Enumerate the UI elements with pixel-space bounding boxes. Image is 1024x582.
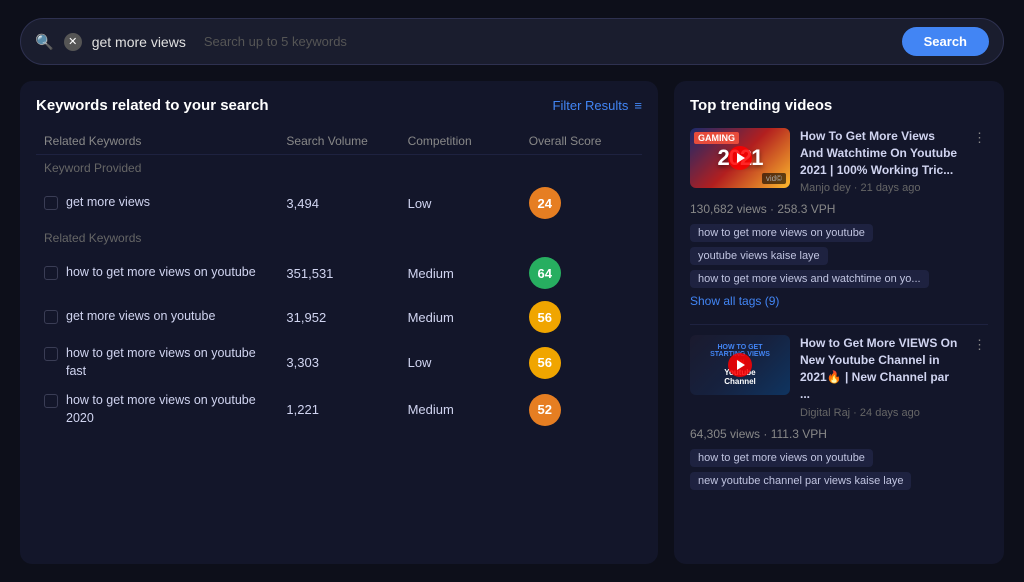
competition-cell: Medium	[400, 251, 521, 295]
gaming-label: GAMING	[694, 132, 739, 144]
video-title-1: How To Get More Views And Watchtime On Y…	[800, 128, 961, 178]
volume-cell: 351,531	[278, 251, 399, 295]
filter-label: Filter Results	[553, 98, 629, 113]
search-placeholder: Search up to 5 keywords	[204, 34, 892, 49]
tag-2-2[interactable]: new youtube channel par views kaise laye	[690, 472, 911, 490]
tag-1-3[interactable]: how to get more views and watchtime on y…	[690, 270, 929, 288]
score-badge: 24	[529, 187, 561, 219]
keyword-checkbox[interactable]	[44, 310, 58, 324]
show-all-tags-1[interactable]: Show all tags (9)	[690, 294, 988, 308]
section-label: Keyword Provided	[36, 155, 642, 182]
tag-1-1[interactable]: how to get more views on youtube	[690, 224, 873, 242]
filter-icon: ≡	[634, 98, 642, 113]
video-thumbnail-2[interactable]: HOW TO GETSTARTING VIEWS ON YoutubeChann…	[690, 335, 790, 395]
keywords-panel: Keywords related to your search Filter R…	[20, 81, 658, 564]
keyword-cell: get more views	[36, 181, 278, 225]
tags-container-2: how to get more views on youtube new you…	[690, 449, 988, 490]
search-query: get more views	[92, 34, 186, 50]
keyword-name: get more views	[66, 194, 150, 212]
keyword-cell: how to get more views on youtube fast	[36, 339, 278, 386]
keyword-name: how to get more views on youtube fast	[66, 345, 270, 380]
table-row: get more views 3,494 Low 24	[36, 181, 642, 225]
table-row: how to get more views on youtube 2020 1,…	[36, 386, 642, 433]
tags-container-1: how to get more views on youtube youtube…	[690, 224, 988, 288]
volume-cell: 1,221	[278, 386, 399, 433]
score-badge: 56	[529, 301, 561, 333]
volume-cell: 31,952	[278, 295, 399, 339]
competition-cell: Medium	[400, 386, 521, 433]
keyword-name: get more views on youtube	[66, 308, 215, 326]
competition-cell: Low	[400, 181, 521, 225]
video-card-1: GAMING 2021 vid© How To Get More Views A…	[690, 128, 988, 308]
clear-search-button[interactable]: ✕	[64, 33, 82, 51]
keyword-cell: how to get more views on youtube 2020	[36, 386, 278, 433]
video-card-2: HOW TO GETSTARTING VIEWS ON YoutubeChann…	[690, 335, 988, 489]
score-cell: 64	[521, 251, 642, 295]
col-competition: Competition	[400, 128, 521, 155]
col-volume: Search Volume	[278, 128, 399, 155]
keyword-checkbox[interactable]	[44, 347, 58, 361]
panel-header: Keywords related to your search Filter R…	[36, 97, 642, 114]
video-meta-1: Manjo dey · 21 days ago	[800, 182, 961, 194]
video-info-2: How to Get More VIEWS On New Youtube Cha…	[800, 335, 961, 418]
play-button-1[interactable]	[728, 146, 752, 170]
video-thumbnail-1[interactable]: GAMING 2021 vid©	[690, 128, 790, 188]
keywords-table: Related Keywords Search Volume Competiti…	[36, 128, 642, 433]
panel-title: Keywords related to your search	[36, 97, 269, 114]
score-cell: 24	[521, 181, 642, 225]
volume-cell: 3,494	[278, 181, 399, 225]
main-content: Keywords related to your search Filter R…	[20, 81, 1004, 564]
score-cell: 56	[521, 295, 642, 339]
table-row: get more views on youtube 31,952 Medium …	[36, 295, 642, 339]
score-badge: 64	[529, 257, 561, 289]
volume-cell: 3,303	[278, 339, 399, 386]
table-row: how to get more views on youtube fast 3,…	[36, 339, 642, 386]
video-divider	[690, 324, 988, 325]
col-score: Overall Score	[521, 128, 642, 155]
table-row: how to get more views on youtube 351,531…	[36, 251, 642, 295]
video-card-top-2: HOW TO GETSTARTING VIEWS ON YoutubeChann…	[690, 335, 988, 418]
score-badge: 56	[529, 347, 561, 379]
search-button[interactable]: Search	[902, 27, 989, 56]
search-bar: 🔍 ✕ get more views Search up to 5 keywor…	[20, 18, 1004, 65]
tag-1-2[interactable]: youtube views kaise laye	[690, 247, 828, 265]
video-title-2: How to Get More VIEWS On New Youtube Cha…	[800, 335, 961, 402]
video-meta-2: Digital Raj · 24 days ago	[800, 407, 961, 419]
video-stats-1: 130,682 views · 258.3 VPH	[690, 202, 988, 216]
keyword-cell: get more views on youtube	[36, 295, 278, 339]
filter-results-button[interactable]: Filter Results ≡	[553, 98, 642, 113]
vid-badge-1: vid©	[762, 173, 786, 184]
keyword-checkbox[interactable]	[44, 266, 58, 280]
video-stats-2: 64,305 views · 111.3 VPH	[690, 427, 988, 441]
app-container: 🔍 ✕ get more views Search up to 5 keywor…	[0, 0, 1024, 582]
keyword-cell: how to get more views on youtube	[36, 251, 278, 295]
section-label: Related Keywords	[36, 225, 642, 251]
keyword-name: how to get more views on youtube 2020	[66, 392, 270, 427]
score-cell: 56	[521, 339, 642, 386]
video-info-1: How To Get More Views And Watchtime On Y…	[800, 128, 961, 194]
keyword-checkbox[interactable]	[44, 196, 58, 210]
score-badge: 52	[529, 394, 561, 426]
search-icon: 🔍	[35, 33, 54, 51]
score-cell: 52	[521, 386, 642, 433]
keyword-name: how to get more views on youtube	[66, 264, 256, 282]
col-keyword: Related Keywords	[36, 128, 278, 155]
keyword-checkbox[interactable]	[44, 394, 58, 408]
competition-cell: Low	[400, 339, 521, 386]
tag-2-1[interactable]: how to get more views on youtube	[690, 449, 873, 467]
video-card-top-1: GAMING 2021 vid© How To Get More Views A…	[690, 128, 988, 194]
video-more-button-2[interactable]: ⋮	[971, 335, 988, 355]
right-panel-title: Top trending videos	[690, 97, 988, 114]
video-more-button-1[interactable]: ⋮	[971, 128, 988, 148]
competition-cell: Medium	[400, 295, 521, 339]
trending-videos-panel: Top trending videos GAMING 2021 vid© How…	[674, 81, 1004, 564]
